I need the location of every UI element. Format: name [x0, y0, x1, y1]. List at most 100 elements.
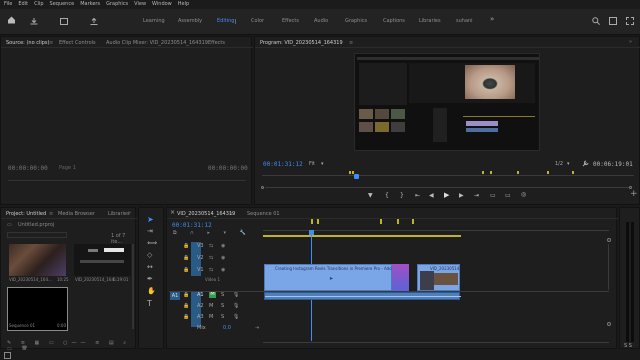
resolution-chevron-down-icon[interactable]: ▾ — [567, 161, 570, 167]
workspace-libraries[interactable]: Libraries — [419, 18, 441, 24]
tab-effects[interactable]: Effects — [208, 40, 225, 46]
source-page-select[interactable]: Page 1 — [59, 165, 76, 171]
tab-media-browser[interactable]: Media Browser — [58, 211, 95, 217]
search-icon[interactable] — [592, 17, 600, 25]
ripple-edit-tool-icon[interactable]: ⟺ — [147, 239, 157, 247]
program-ruler[interactable] — [262, 171, 634, 180]
eye-v3-icon[interactable]: ◉ — [221, 243, 225, 249]
more-workspaces-icon[interactable]: » — [490, 15, 494, 23]
timeline-hscroll[interactable] — [263, 342, 609, 343]
extract-icon[interactable]: ▭ — [505, 192, 511, 199]
quick-export-icon[interactable] — [609, 17, 617, 25]
program-video-frame[interactable] — [354, 53, 540, 151]
mute-a3-button[interactable]: M — [209, 314, 213, 320]
timeline-timecode[interactable]: 00:01:31:12 — [172, 222, 212, 229]
solo-a3-button[interactable]: S — [221, 314, 224, 320]
source-scrub-bar[interactable] — [8, 180, 246, 181]
v3-track-label[interactable]: V3 — [197, 243, 204, 249]
menu-view[interactable]: View — [134, 1, 146, 7]
menu-window[interactable]: Window — [152, 1, 172, 7]
mix-value[interactable]: 0.0 — [223, 325, 231, 331]
program-add-button-icon[interactable]: + — [630, 189, 638, 199]
menu-edit[interactable]: Edit — [18, 1, 28, 7]
eye-v2-icon[interactable]: ◉ — [221, 255, 225, 261]
step-forward-icon[interactable]: ▶ — [459, 192, 464, 199]
project-tab-menu-icon[interactable]: ≡ — [49, 211, 53, 217]
fit-chevron-down-icon[interactable]: ▾ — [321, 161, 324, 167]
status-indicator-icon[interactable] — [4, 352, 11, 359]
sync-v3-icon[interactable]: ⇆ — [209, 243, 213, 249]
solo-a1-button[interactable]: S — [221, 292, 224, 298]
workspace-graphics[interactable]: Graphics — [345, 18, 367, 24]
timeline-toolbar[interactable]: ⧉ ∩ ▸ ▾ 🔧 — [173, 230, 257, 237]
mic-a3-icon[interactable]: 🎙 — [233, 314, 239, 320]
project-panel-more-icon[interactable]: » — [128, 210, 131, 216]
v2-track-label[interactable]: V2 — [197, 255, 204, 261]
transition-clip[interactable] — [392, 264, 409, 291]
export-icon[interactable] — [90, 18, 98, 25]
project-thumb-2[interactable] — [74, 244, 131, 276]
workspace-color[interactable]: Color — [251, 18, 264, 24]
go-to-in-icon[interactable]: ⇤ — [415, 192, 420, 199]
project-search-input[interactable] — [7, 232, 67, 238]
play-icon[interactable]: ▶ — [444, 191, 449, 199]
workspace-captions[interactable]: Captions — [383, 18, 405, 24]
project-footer-controls[interactable]: ✎ ≡ ▦ ▭ ○—— ≡ ▤ ⌕ ▭ 🗑 — [7, 340, 133, 352]
menu-file[interactable]: File — [4, 1, 12, 7]
import-icon[interactable] — [30, 18, 38, 25]
razor-tool-icon[interactable]: ◇ — [147, 251, 152, 259]
v1-track-label[interactable]: V1 — [197, 267, 204, 273]
a3-track-label[interactable]: A3 — [197, 314, 204, 320]
eye-v1-icon[interactable]: ◉ — [221, 267, 225, 273]
solo-a2-button[interactable]: S — [221, 303, 224, 309]
pen-tool-icon[interactable]: ✒ — [147, 275, 153, 283]
a1-track-label[interactable]: A1 — [197, 292, 204, 298]
project-thumb-1[interactable] — [9, 244, 66, 276]
edit-mode-icon[interactable] — [60, 18, 68, 25]
program-resolution-select[interactable]: 1/2 — [555, 161, 563, 167]
source-tab-menu-icon[interactable]: ≡ — [49, 40, 53, 46]
program-timecode[interactable]: 00:01:31:12 — [263, 161, 303, 168]
mic-a1-icon[interactable]: 🎙 — [233, 292, 239, 298]
program-title[interactable]: Program: VID_20230514_164319 — [260, 40, 343, 46]
menu-help[interactable]: Help — [178, 1, 189, 7]
program-fit-select[interactable]: Fit — [309, 161, 315, 167]
menu-clip[interactable]: Clip — [34, 1, 43, 7]
tab-audio-clip-mixer[interactable]: Audio Clip Mixer: VID_20230514_164319 — [106, 40, 208, 46]
tab-libraries[interactable]: Libraries — [108, 211, 130, 217]
workspace-audio[interactable]: Audio — [314, 18, 328, 24]
sync-v2-icon[interactable]: ⇆ — [209, 255, 213, 261]
tab-sequence-vid[interactable]: VID_20230514_164319 — [177, 211, 235, 217]
lock-v2-icon[interactable]: 🔒 — [183, 255, 189, 261]
add-marker-icon[interactable]: ▼ — [368, 192, 373, 199]
mute-a1-button[interactable]: M — [209, 291, 216, 298]
timeline-vscroll-bottom[interactable] — [607, 322, 611, 326]
a2-track-label[interactable]: A2 — [197, 303, 204, 309]
step-back-icon[interactable]: ◀ — [429, 192, 434, 199]
menu-sequence[interactable]: Sequence — [50, 1, 75, 7]
lock-a1-icon[interactable]: 🔒 — [183, 292, 189, 298]
lock-a2-icon[interactable]: 🔒 — [183, 303, 189, 309]
meter-solo-button[interactable]: S S — [624, 343, 632, 349]
video-clip-2[interactable]: VID_20230514... — [417, 264, 460, 291]
timeline-tab-menu-icon[interactable]: ≡ — [229, 211, 233, 217]
menu-graphics[interactable]: Graphics — [106, 1, 128, 7]
selection-tool-icon[interactable]: ➤ — [147, 215, 154, 224]
program-panel-menu-icon[interactable]: » — [629, 39, 632, 45]
program-zoom-bar[interactable] — [265, 187, 629, 188]
go-to-out-icon[interactable]: ⇥ — [474, 192, 479, 199]
program-playhead[interactable] — [354, 174, 359, 179]
workspace-custom[interactable]: suhani — [456, 18, 473, 24]
program-tab-menu-icon[interactable]: ≡ — [349, 40, 353, 46]
workspace-learning[interactable]: Learning — [143, 18, 165, 24]
home-icon[interactable] — [7, 15, 16, 24]
timeline-vscroll[interactable] — [608, 244, 609, 290]
fullscreen-icon[interactable] — [626, 17, 634, 25]
track-select-tool-icon[interactable]: ⇥ — [147, 227, 153, 235]
mark-out-icon[interactable]: } — [400, 192, 404, 199]
lock-v1-icon[interactable]: 🔒 — [183, 267, 189, 273]
video-clip-1[interactable]: Creating Instagram Reels Transitions in … — [264, 264, 393, 291]
lock-a3-icon[interactable]: 🔒 — [183, 314, 189, 320]
source-timecode-left[interactable]: 00:00:00:00 — [8, 165, 48, 172]
type-tool-icon[interactable]: T — [147, 299, 152, 308]
